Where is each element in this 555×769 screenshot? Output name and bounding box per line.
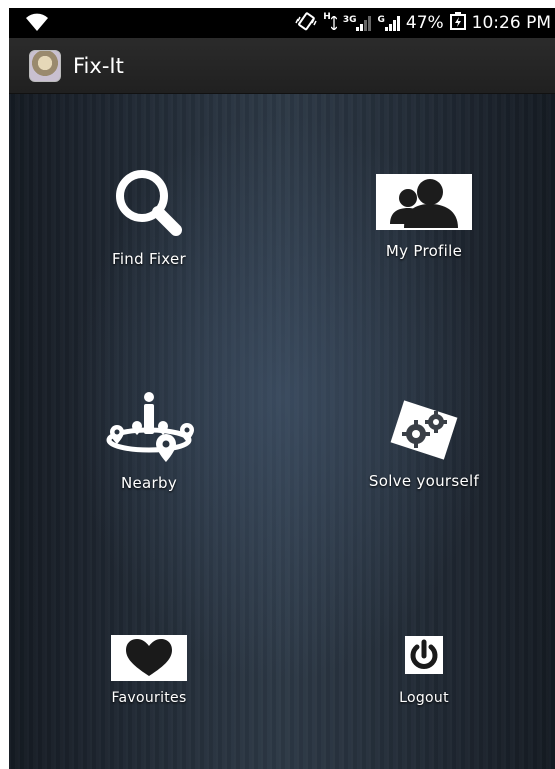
nearby-label: Nearby [120,474,177,492]
logout-button[interactable]: Logout [324,635,524,706]
favourites-button[interactable]: Favourites [49,634,249,706]
power-icon [405,636,443,674]
clock: 10:26 PM [471,13,551,33]
vibrate-icon [295,11,317,36]
find-fixer-label: Find Fixer [111,250,186,268]
signal-strength-icon-2 [384,15,400,31]
gears-icon [390,400,458,460]
user-profile-icon [376,174,472,230]
data-activity-icon: H [323,12,337,30]
network-g-label: G [377,15,385,25]
app-title: Fix-It [73,53,124,78]
battery-percent: 47% [405,13,444,33]
app-logo-icon[interactable] [29,49,61,82]
phone-screen: H 3G G 47% 10:26 PM Fix-It Find Fixer My… [9,8,555,769]
network-type-label: H [323,12,331,22]
nearby-button[interactable]: Nearby [49,388,249,492]
find-fixer-button[interactable]: Find Fixer [49,166,249,268]
heart-icon [111,635,187,681]
battery-icon [449,11,466,35]
action-bar: Fix-It [9,38,555,94]
logout-label: Logout [399,690,449,706]
solve-yourself-button[interactable]: Solve yourself [324,398,524,490]
dashboard-menu: Find Fixer My Profile Nearby Solve yours… [9,94,555,769]
my-profile-label: My Profile [385,242,463,260]
my-profile-button[interactable]: My Profile [324,172,524,260]
favourites-label: Favourites [111,690,187,706]
solve-yourself-label: Solve yourself [368,472,480,490]
status-bar: H 3G G 47% 10:26 PM [9,8,555,38]
signal-strength-icon [356,15,372,31]
network-3g-label: 3G [342,15,357,25]
search-icon [116,170,182,236]
map-pins-icon [106,392,194,462]
wifi-icon [25,12,49,36]
